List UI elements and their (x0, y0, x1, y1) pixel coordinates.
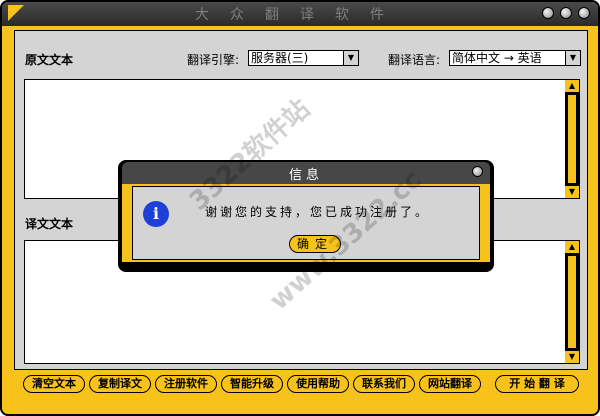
help-button[interactable]: 使用帮助 (287, 375, 349, 393)
engine-select[interactable]: 服务器(三) ▼ (248, 50, 359, 66)
clear-text-button[interactable]: 清空文本 (23, 375, 85, 393)
chevron-down-icon[interactable]: ▼ (343, 51, 358, 65)
main-window: 大众翻译软件 原文文本 翻译引擎: 服务器(三) ▼ 翻译语言: 简体中文 → … (0, 0, 600, 416)
window-close-icon[interactable] (578, 7, 590, 19)
chevron-down-icon[interactable]: ▼ (565, 51, 580, 65)
target-label: 译文文本 (25, 217, 74, 231)
window-title: 大众翻译软件 (195, 7, 405, 23)
web-translate-button[interactable]: 网站翻译 (419, 375, 481, 393)
window-minimize-icon[interactable] (542, 7, 554, 19)
info-icon: i (143, 201, 169, 227)
dialog-title-bar[interactable]: 信息 (122, 162, 490, 184)
dialog-body: i 谢谢您的支持，您已成功注册了。 确定 (122, 184, 490, 262)
scroll-down-icon[interactable]: ▼ (565, 351, 579, 363)
register-software-button[interactable]: 注册软件 (155, 375, 217, 393)
language-select[interactable]: 简体中文 → 英语 ▼ (449, 50, 581, 66)
dialog-close-icon[interactable] (472, 166, 483, 177)
target-scroll-thumb[interactable] (567, 255, 577, 349)
target-scrollbar[interactable]: ▲ ▼ (565, 241, 579, 363)
copy-translation-button[interactable]: 复制译文 (89, 375, 151, 393)
dialog-content: i 谢谢您的支持，您已成功注册了。 确定 (132, 186, 480, 260)
engine-select-value: 服务器(三) (251, 51, 309, 65)
smart-upgrade-button[interactable]: 智能升级 (221, 375, 283, 393)
contact-us-button[interactable]: 联系我们 (353, 375, 415, 393)
start-translate-button[interactable]: 开 始 翻 译 (495, 375, 579, 393)
language-label: 翻译语言: (388, 53, 441, 67)
scroll-up-icon[interactable]: ▲ (565, 241, 579, 253)
language-select-value: 简体中文 → 英语 (452, 51, 542, 65)
source-label: 原文文本 (25, 53, 74, 67)
engine-label: 翻译引擎: (187, 53, 240, 67)
source-scroll-thumb[interactable] (567, 94, 577, 184)
scroll-down-icon[interactable]: ▼ (565, 186, 579, 198)
source-scrollbar[interactable]: ▲ ▼ (565, 80, 579, 198)
scroll-up-icon[interactable]: ▲ (565, 80, 579, 92)
window-maximize-icon[interactable] (560, 7, 572, 19)
title-bar[interactable]: 大众翻译软件 (2, 2, 598, 26)
dialog-title: 信息 (288, 168, 323, 183)
